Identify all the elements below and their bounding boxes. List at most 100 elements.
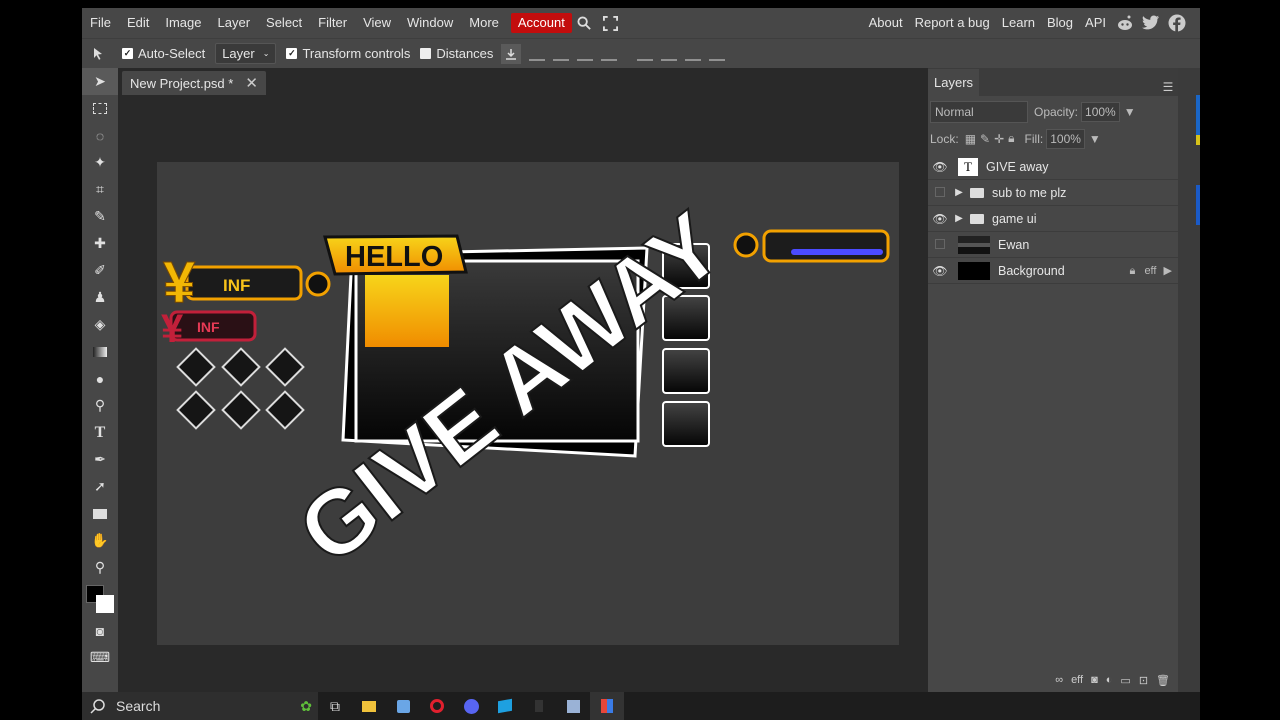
panel-menu-icon[interactable]: ☰ xyxy=(1160,80,1176,96)
transform-controls-checkbox[interactable]: ✓ xyxy=(286,48,298,59)
dodge-tool[interactable]: ⚲ xyxy=(82,392,118,419)
marquee-tool[interactable] xyxy=(82,95,118,122)
fullscreen-icon[interactable] xyxy=(598,8,624,38)
app-icon-dark[interactable] xyxy=(522,692,556,720)
windows-store-icon[interactable] xyxy=(488,692,522,720)
background-color-swatch[interactable] xyxy=(96,595,114,613)
zoom-tool[interactable]: ⚲ xyxy=(82,554,118,581)
brush-tool[interactable]: ✐ xyxy=(82,257,118,284)
distances-option[interactable]: Distances xyxy=(420,46,493,61)
auto-select-option[interactable]: ✓ Auto-Select xyxy=(122,46,205,61)
menu-blog[interactable]: Blog xyxy=(1041,8,1079,38)
document-tab[interactable]: New Project.psd * ✕ xyxy=(122,71,266,95)
lock-brush-icon[interactable]: ✎ xyxy=(980,132,990,146)
layer-row-background[interactable]: 👁︎ Background 🔒︎ eff ▶ xyxy=(928,258,1178,284)
layer-effects-button[interactable]: eff xyxy=(1071,674,1083,686)
task-view-icon[interactable]: ⧉ xyxy=(318,692,352,720)
visibility-eye-icon[interactable]: 👁︎ xyxy=(928,212,952,226)
menu-edit[interactable]: Edit xyxy=(119,8,157,38)
align-bottom-icon[interactable] xyxy=(685,47,702,61)
save-app-icon[interactable] xyxy=(556,692,590,720)
menu-learn[interactable]: Learn xyxy=(996,8,1041,38)
distribute-vertical-icon[interactable] xyxy=(709,47,726,61)
layer-row-ewan[interactable]: Ewan xyxy=(928,232,1178,258)
visibility-off-icon[interactable] xyxy=(928,186,952,200)
align-center-icon[interactable] xyxy=(553,47,570,61)
transform-controls-option[interactable]: ✓ Transform controls xyxy=(286,46,410,61)
delete-layer-icon[interactable]: 🗑︎ xyxy=(1156,674,1170,687)
color-swatches[interactable] xyxy=(82,581,118,617)
quick-mask-tool[interactable]: ◙ xyxy=(82,617,118,644)
healing-brush-tool[interactable]: ✚ xyxy=(82,230,118,257)
menu-about[interactable]: About xyxy=(863,8,909,38)
layer-row-give-away[interactable]: 👁︎ T GIVE away xyxy=(928,154,1178,180)
app-icon-blue[interactable] xyxy=(386,692,420,720)
distribute-horizontal-icon[interactable] xyxy=(601,47,618,61)
menu-report-bug[interactable]: Report a bug xyxy=(909,8,996,38)
discord-icon[interactable] xyxy=(454,692,488,720)
menu-image[interactable]: Image xyxy=(157,8,209,38)
path-select-tool[interactable]: ➚ xyxy=(82,473,118,500)
menu-select[interactable]: Select xyxy=(258,8,310,38)
menu-file[interactable]: File xyxy=(82,8,119,38)
menu-window[interactable]: Window xyxy=(399,8,461,38)
layers-tab[interactable]: Layers xyxy=(928,69,980,96)
fill-dropdown-icon[interactable]: ▼ xyxy=(1089,132,1101,146)
type-tool[interactable]: T xyxy=(82,419,118,446)
link-layers-icon[interactable]: ∞ xyxy=(1055,674,1063,686)
auto-select-checkbox[interactable]: ✓ xyxy=(122,48,133,59)
hand-tool[interactable]: ✋ xyxy=(82,527,118,554)
download-icon[interactable] xyxy=(501,43,522,64)
opera-icon[interactable] xyxy=(420,692,454,720)
gradient-tool[interactable] xyxy=(82,338,118,365)
document-canvas[interactable]: INF ¥ INF ¥ HELLO GIVE AWAY xyxy=(157,162,899,645)
close-tab-icon[interactable]: ✕ xyxy=(245,74,258,92)
expand-arrow-icon[interactable]: ▶ xyxy=(952,187,966,198)
menu-view[interactable]: View xyxy=(355,8,399,38)
account-button[interactable]: Account xyxy=(510,13,572,33)
align-top-icon[interactable] xyxy=(637,47,654,61)
align-right-icon[interactable] xyxy=(577,47,594,61)
adjustment-layer-icon[interactable]: ◐ xyxy=(1106,674,1113,686)
new-layer-icon[interactable]: ⊡ xyxy=(1139,674,1148,687)
blur-tool[interactable]: ● xyxy=(82,365,118,392)
photopea-taskbar-icon[interactable] xyxy=(590,692,624,720)
effects-expand-icon[interactable]: ▶ xyxy=(1164,265,1172,277)
expand-arrow-icon[interactable]: ▶ xyxy=(952,213,966,224)
menu-filter[interactable]: Filter xyxy=(310,8,355,38)
fill-input[interactable]: 100% xyxy=(1046,128,1085,149)
menu-api[interactable]: API xyxy=(1079,8,1112,38)
taskbar-search[interactable]: Search ✿ xyxy=(82,692,318,720)
align-middle-icon[interactable] xyxy=(661,47,678,61)
facebook-icon[interactable] xyxy=(1164,8,1190,38)
new-group-icon[interactable]: ▭ xyxy=(1120,674,1130,687)
eraser-tool[interactable]: ◈ xyxy=(82,311,118,338)
opacity-dropdown-icon[interactable]: ▼ xyxy=(1124,105,1136,119)
layer-select-dropdown[interactable]: Layer ⌄ xyxy=(215,43,277,64)
magic-wand-tool[interactable]: ✦ xyxy=(82,149,118,176)
pen-tool[interactable]: ✒ xyxy=(82,446,118,473)
clone-stamp-tool[interactable]: ♟ xyxy=(82,284,118,311)
lasso-tool[interactable]: ◌ xyxy=(82,122,118,149)
align-left-icon[interactable] xyxy=(529,47,546,61)
move-tool[interactable]: ➤ xyxy=(82,68,118,95)
blend-mode-dropdown[interactable]: Normal xyxy=(930,100,1028,123)
visibility-eye-icon[interactable]: 👁︎ xyxy=(928,264,952,278)
menu-more[interactable]: More xyxy=(461,8,507,38)
keyboard-icon[interactable]: ⌨ xyxy=(82,644,118,671)
lock-all-icon[interactable]: 🔒︎ xyxy=(1008,131,1014,146)
reddit-icon[interactable] xyxy=(1112,8,1138,38)
visibility-off-icon[interactable] xyxy=(928,238,952,252)
opacity-input[interactable]: 100% xyxy=(1081,101,1120,122)
search-icon[interactable] xyxy=(572,8,598,38)
distances-checkbox[interactable] xyxy=(420,48,432,59)
layer-row-sub-to-me[interactable]: ▶ sub to me plz xyxy=(928,180,1178,206)
lock-position-icon[interactable]: ✛ xyxy=(994,132,1004,146)
visibility-eye-icon[interactable]: 👁︎ xyxy=(928,160,952,174)
add-mask-icon[interactable]: ◙ xyxy=(1091,674,1098,686)
twitter-icon[interactable] xyxy=(1138,8,1164,38)
layer-row-game-ui[interactable]: 👁︎ ▶ game ui xyxy=(928,206,1178,232)
layer-effects-label[interactable]: eff xyxy=(1144,265,1156,277)
eyedropper-tool[interactable]: ✎ xyxy=(82,203,118,230)
lock-transparency-icon[interactable]: ▦ xyxy=(965,132,976,146)
